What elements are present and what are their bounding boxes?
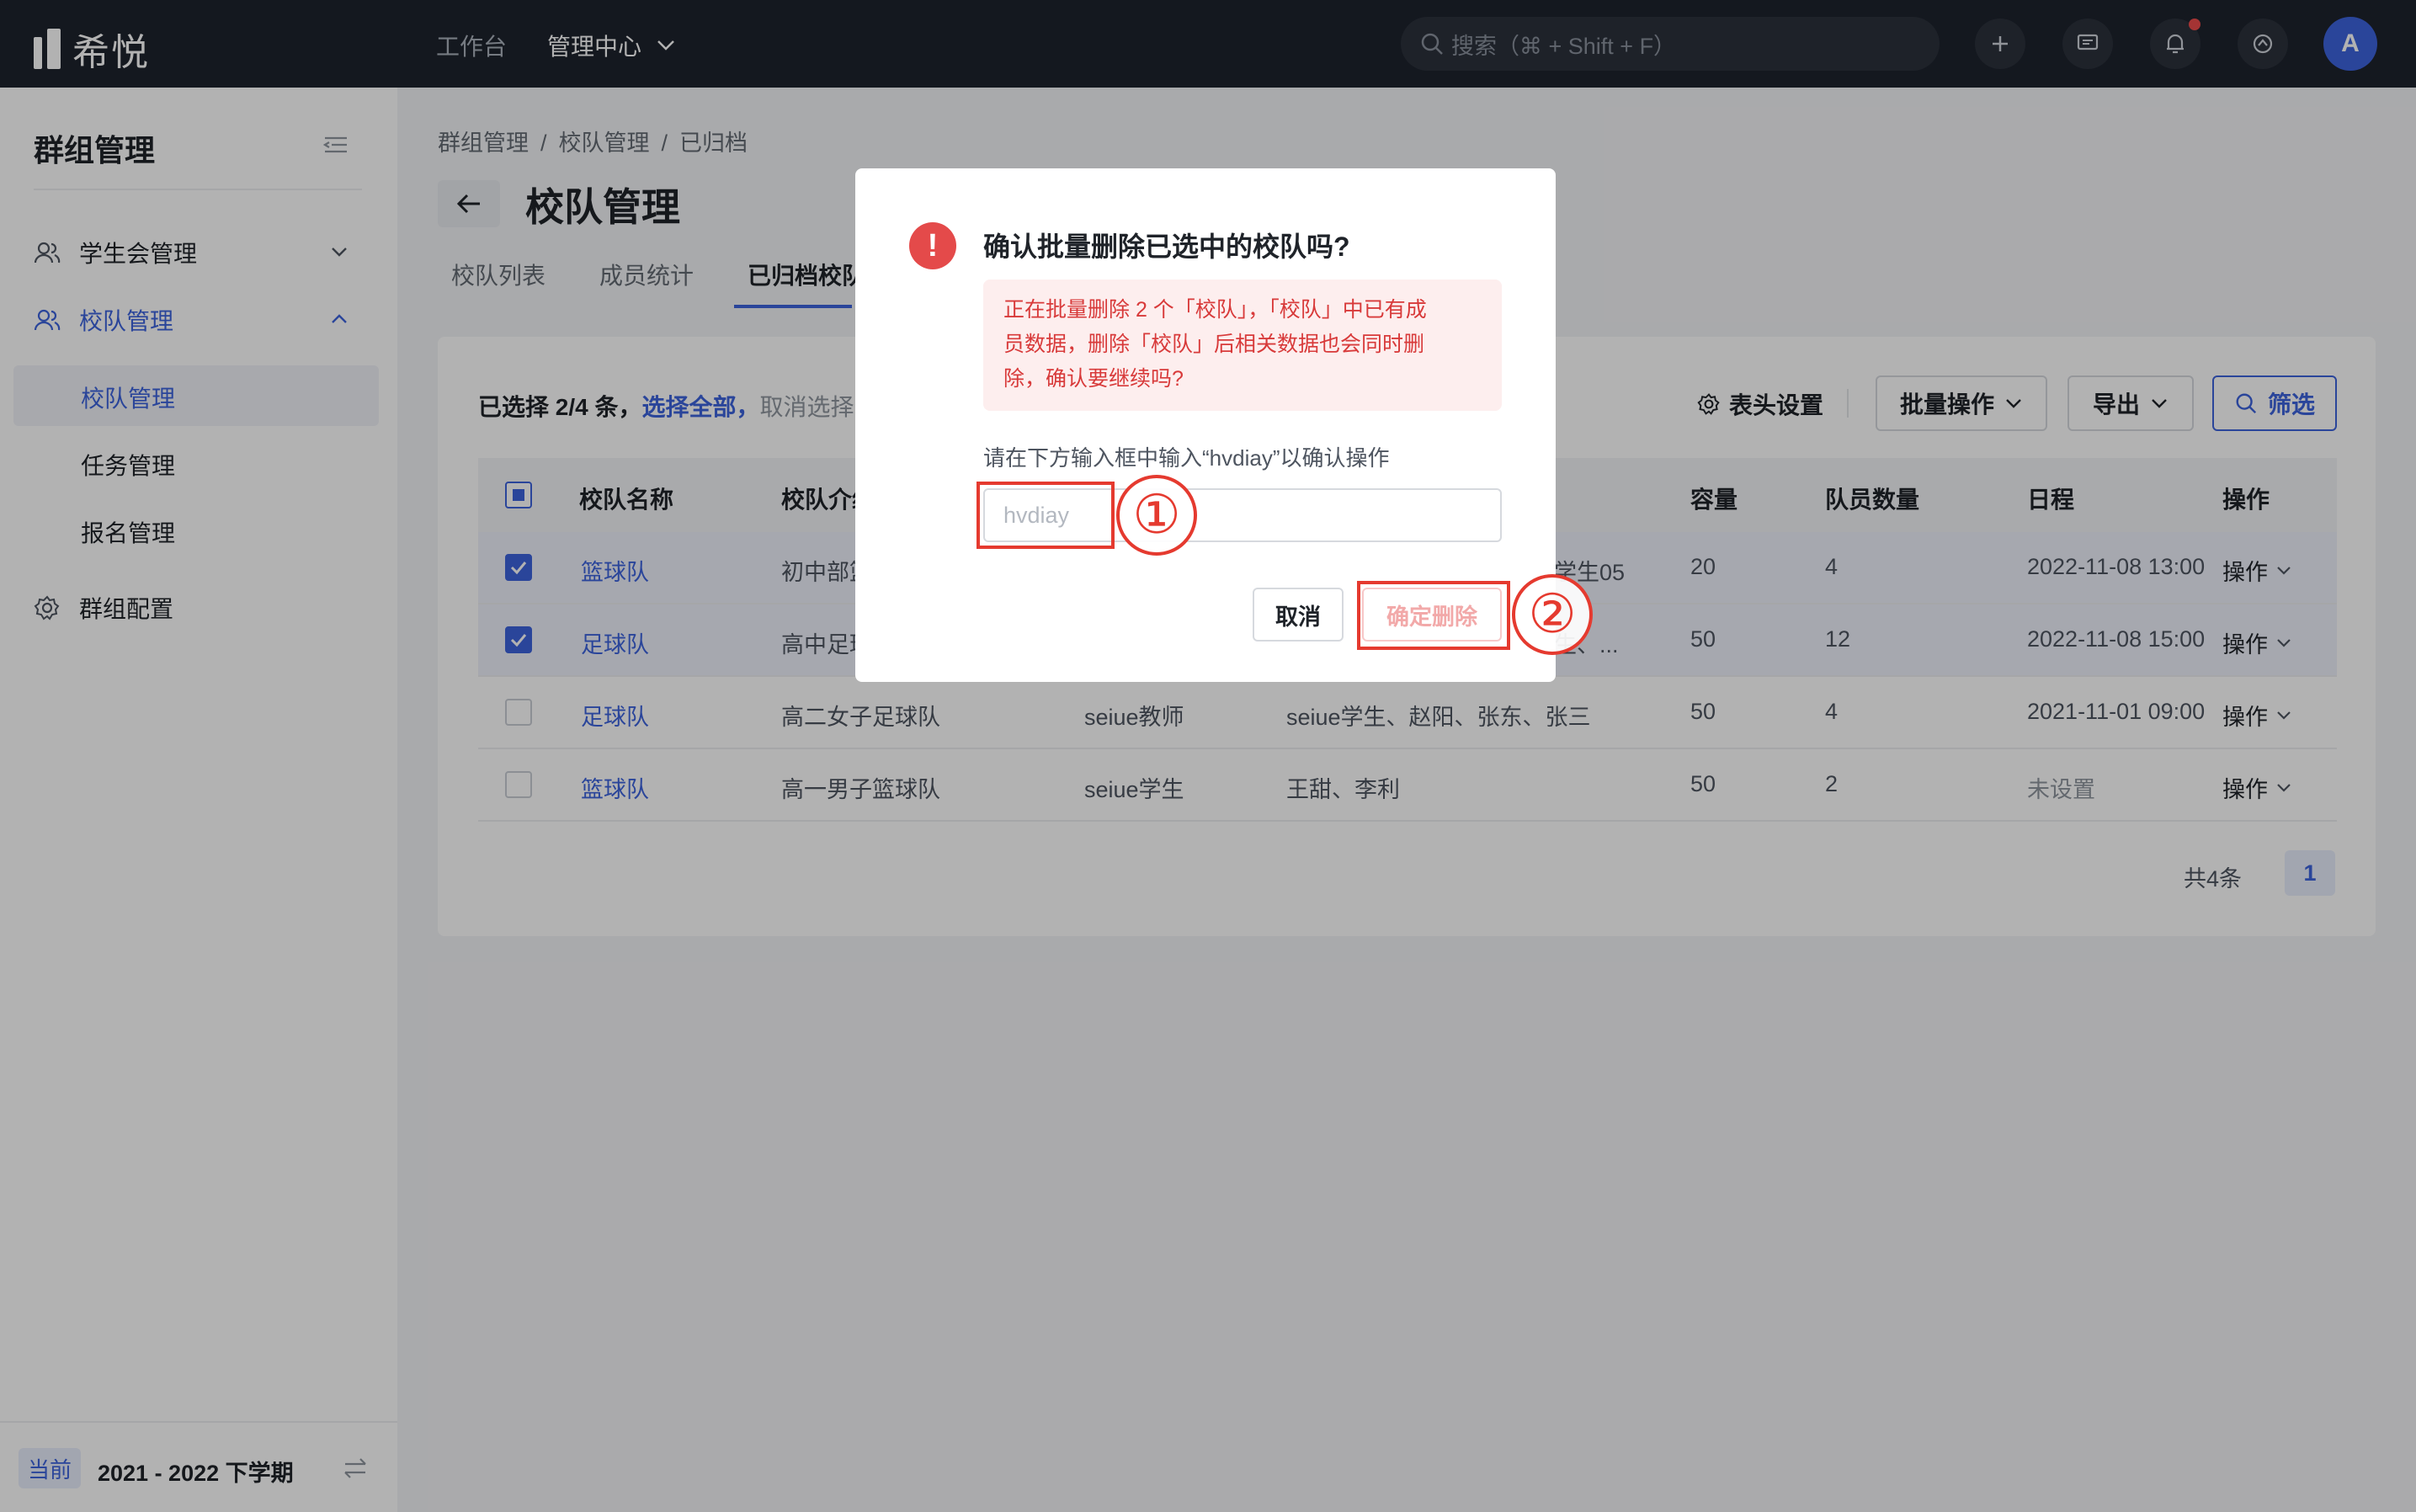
alert-line: 正在批量删除 2 个「校队」，「校队」中已有成 [1003,298,1427,322]
warning-icon: ! [909,222,956,269]
alert-line: 除，确认要继续吗? [1003,367,1184,391]
cancel-button[interactable]: 取消 [1253,588,1344,642]
alert-line: 员数据，删除「校队」后相关数据也会同时删 [1003,333,1425,356]
annotation-step-2: ② [1512,574,1593,655]
annotation-step-1: ① [1116,475,1197,556]
dialog-title: 确认批量删除已选中的校队吗? [983,232,1350,262]
annotation-highlight-input [977,482,1115,549]
delete-warning-alert: 正在批量删除 2 个「校队」，「校队」中已有成 员数据，删除「校队」后相关数据也… [983,280,1502,411]
confirm-input-label: 请在下方输入框中输入“hvdiay”以确认操作 [983,445,1390,471]
annotation-highlight-delete [1357,581,1510,650]
